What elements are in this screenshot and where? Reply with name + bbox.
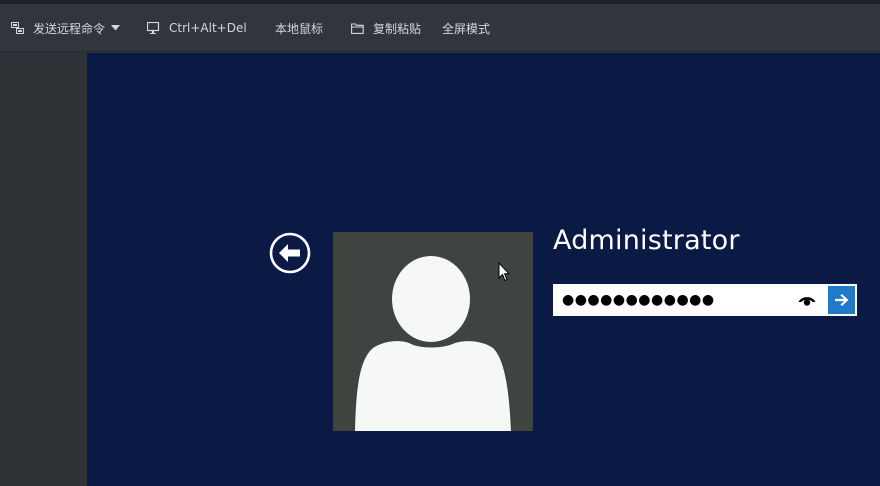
password-field [553, 284, 857, 316]
folder-icon [351, 22, 364, 34]
back-button[interactable] [269, 232, 311, 274]
mouse-cursor [498, 261, 511, 282]
send-remote-command-menu[interactable]: 发送远程命令 [11, 4, 121, 52]
ctrl-alt-del-label: Ctrl+Alt+Del [169, 21, 247, 35]
chevron-down-icon [111, 25, 121, 31]
login-username: Administrator [553, 225, 740, 256]
back-arrow-icon [269, 232, 311, 274]
remote-screen[interactable]: Administrator [87, 53, 880, 486]
local-mouse-button[interactable]: 本地鼠标 [275, 4, 323, 52]
submit-button[interactable] [827, 285, 856, 315]
remote-command-icon [11, 22, 24, 34]
eye-icon[interactable] [797, 291, 817, 309]
monitor-icon [147, 22, 160, 34]
remote-toolbar: 发送远程命令 Ctrl+Alt+Del 本地鼠标 复制粘贴 全屏模式 [0, 4, 880, 52]
ctrl-alt-del-button[interactable]: Ctrl+Alt+Del [147, 4, 247, 52]
copy-paste-label: 复制粘贴 [373, 21, 422, 36]
local-mouse-label: 本地鼠标 [275, 21, 324, 36]
send-remote-command-label: 发送远程命令 [33, 21, 106, 36]
fullscreen-button[interactable]: 全屏模式 [442, 4, 490, 52]
copy-paste-button[interactable]: 复制粘贴 [351, 4, 421, 52]
arrow-right-icon [834, 294, 848, 306]
password-input[interactable] [554, 285, 792, 315]
left-panel [0, 53, 87, 486]
fullscreen-label: 全屏模式 [442, 21, 491, 36]
